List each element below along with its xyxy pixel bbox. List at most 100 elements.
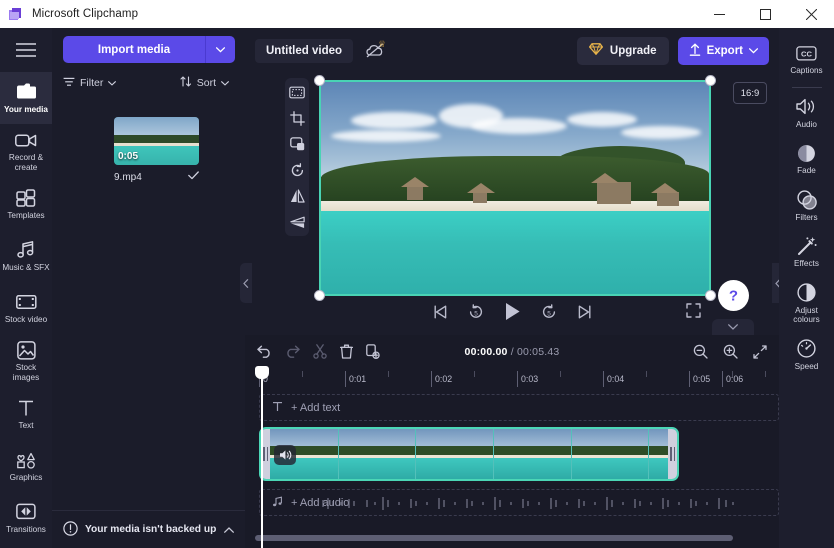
- preview-area: 16:9 5 5 ?: [240, 73, 784, 335]
- sidebar-item-transitions[interactable]: Transitions: [0, 492, 52, 544]
- rail-item-audio[interactable]: Audio: [779, 90, 834, 137]
- image-icon: [15, 340, 37, 360]
- sidebar-item-music-sfx[interactable]: Music & SFX: [0, 230, 52, 282]
- import-media-dropdown[interactable]: [205, 36, 235, 63]
- rail-item-label: Filters: [795, 212, 818, 222]
- speedometer-icon: [796, 339, 818, 359]
- fit-timeline-icon[interactable]: [753, 344, 767, 359]
- ruler-tick: 0:06: [722, 371, 743, 387]
- rail-item-adjust-colours[interactable]: Adjust colours: [779, 276, 834, 332]
- play-icon[interactable]: [504, 302, 521, 321]
- rail-item-captions[interactable]: CC Captions: [779, 36, 834, 83]
- sidebar-item-templates[interactable]: Templates: [0, 178, 52, 230]
- right-properties-rail: CC Captions Audio Fade Filters Effects A…: [779, 28, 834, 548]
- checkmark-icon: [188, 171, 199, 183]
- sort-button[interactable]: Sort: [180, 76, 229, 90]
- sidebar-item-label: Your media: [4, 104, 48, 114]
- resize-handle-bottom-left[interactable]: [314, 290, 325, 301]
- music-note-icon: [272, 496, 283, 510]
- templates-grid-icon: [15, 188, 37, 208]
- duplicate-icon[interactable]: [366, 344, 380, 359]
- collapse-preview-button[interactable]: [712, 319, 754, 335]
- resize-handle-top-left[interactable]: [314, 75, 325, 86]
- fullscreen-icon[interactable]: [686, 303, 701, 321]
- sidebar-item-label: Stock images: [12, 363, 40, 382]
- rewind-5s-icon[interactable]: 5: [468, 303, 484, 320]
- closed-caption-icon: CC: [796, 43, 818, 63]
- timeline-toolbar: 00:00.00 / 00:05.43: [245, 335, 779, 368]
- rail-item-fade[interactable]: Fade: [779, 136, 834, 183]
- rail-item-filters[interactable]: Filters: [779, 183, 834, 230]
- chevron-up-icon[interactable]: [224, 524, 234, 536]
- film-strip-icon: [15, 292, 37, 312]
- timecode-separator: /: [510, 345, 514, 358]
- rotate-icon[interactable]: [288, 161, 306, 179]
- rail-item-effects[interactable]: Effects: [779, 229, 834, 276]
- backup-message: Your media isn't backed up: [85, 524, 217, 535]
- media-panel: Import media Filter Sort 0:05 9.mp4: [52, 28, 245, 548]
- window-title: Microsoft Clipchamp: [32, 8, 139, 20]
- cloud-off-icon[interactable]: ♕: [361, 39, 389, 63]
- speaker-icon[interactable]: [274, 445, 296, 465]
- sidebar-item-your-media[interactable]: Your media: [0, 72, 52, 124]
- import-media-button[interactable]: Import media: [63, 36, 205, 63]
- clip-trim-handle-right[interactable]: [668, 429, 677, 479]
- rail-item-speed[interactable]: Speed: [779, 332, 834, 379]
- forward-5s-icon[interactable]: 5: [541, 303, 557, 320]
- export-button[interactable]: Export: [677, 36, 769, 65]
- minimize-button[interactable]: [696, 0, 742, 28]
- svg-text:CC: CC: [801, 49, 812, 58]
- playhead-knob[interactable]: [255, 366, 269, 379]
- audio-waveform: [322, 497, 734, 510]
- split-scissors-icon[interactable]: [313, 344, 327, 359]
- upload-arrow-icon: [689, 43, 701, 59]
- timeline-horizontal-scrollbar[interactable]: [255, 535, 733, 541]
- export-label: Export: [706, 44, 743, 57]
- flip-horizontal-icon[interactable]: [288, 187, 306, 205]
- sidebar-item-text[interactable]: Text: [0, 388, 52, 440]
- timeline-panel: 00:00.00 / 00:05.43 0 0:01 0:02 0:03 0:0…: [245, 335, 779, 548]
- camera-icon: [15, 130, 37, 150]
- help-button[interactable]: ?: [718, 280, 749, 311]
- media-asset-item[interactable]: 0:05 9.mp4: [114, 117, 199, 183]
- collapse-left-panel-button[interactable]: [240, 263, 252, 303]
- flip-vertical-icon[interactable]: [288, 213, 306, 231]
- filter-sort-row: Filter Sort: [63, 72, 235, 94]
- redo-icon[interactable]: [285, 345, 300, 358]
- video-preview-frame[interactable]: [314, 75, 716, 301]
- zoom-in-icon[interactable]: [723, 344, 738, 359]
- picture-in-picture-icon[interactable]: [288, 135, 306, 153]
- svg-text:?: ?: [729, 288, 738, 305]
- sidebar-item-stock-video[interactable]: Stock video: [0, 282, 52, 334]
- project-title[interactable]: Untitled video: [255, 38, 354, 63]
- upgrade-button[interactable]: Upgrade: [576, 36, 669, 65]
- timeline-playhead[interactable]: [255, 366, 269, 548]
- crop-icon[interactable]: [288, 109, 306, 127]
- text-track[interactable]: + Add text: [259, 394, 779, 421]
- text-t-icon: [15, 398, 37, 418]
- zoom-out-icon[interactable]: [693, 344, 708, 359]
- contrast-circle-icon: [796, 283, 818, 303]
- skip-to-end-icon[interactable]: [577, 305, 592, 319]
- hamburger-menu-icon[interactable]: [0, 28, 52, 72]
- close-button[interactable]: [788, 0, 834, 28]
- undo-icon[interactable]: [257, 345, 272, 358]
- sidebar-item-label: Record & create: [8, 153, 44, 172]
- maximize-button[interactable]: [742, 0, 788, 28]
- sidebar-item-record-create[interactable]: Record & create: [0, 124, 52, 178]
- audio-track[interactable]: + Add audio: [259, 489, 779, 516]
- media-thumbnail[interactable]: 0:05: [114, 117, 199, 165]
- sidebar-item-graphics[interactable]: Graphics: [0, 440, 52, 492]
- aspect-ratio-button[interactable]: 16:9: [733, 82, 767, 104]
- timeline-video-clip[interactable]: [259, 427, 679, 481]
- filter-button[interactable]: Filter: [63, 77, 117, 90]
- timeline-ruler[interactable]: 0 0:01 0:02 0:03 0:04 0:05 0:06: [245, 368, 779, 388]
- skip-to-start-icon[interactable]: [433, 305, 448, 319]
- transition-icon: [15, 502, 37, 522]
- fit-to-frame-icon[interactable]: [288, 83, 306, 101]
- resize-handle-top-right[interactable]: [705, 75, 716, 86]
- backup-status-bar[interactable]: Your media isn't backed up: [52, 510, 245, 548]
- delete-trash-icon[interactable]: [340, 344, 353, 359]
- sidebar-item-stock-images[interactable]: Stock images: [0, 334, 52, 388]
- resize-handle-bottom-right[interactable]: [705, 290, 716, 301]
